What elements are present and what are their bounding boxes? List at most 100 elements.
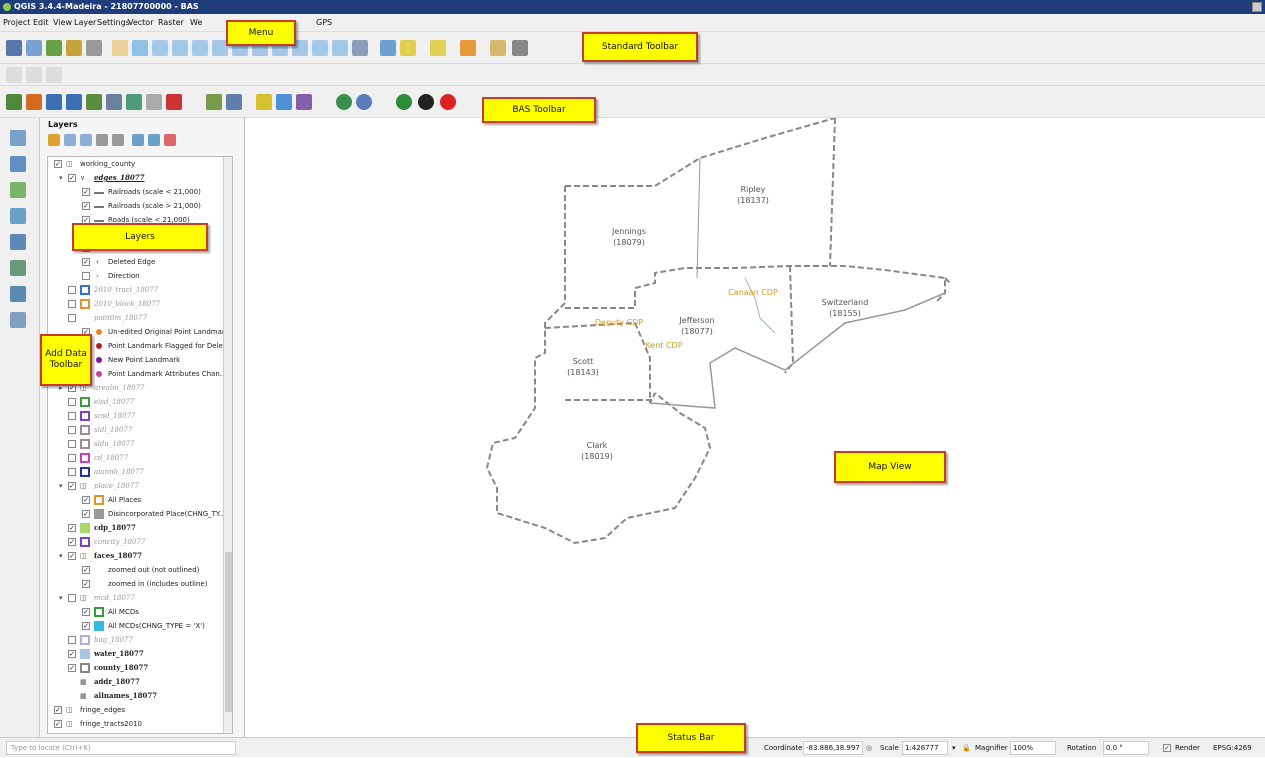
layer-visibility-checkbox[interactable]: ✓ xyxy=(68,650,76,658)
menu-gps[interactable]: GPS xyxy=(316,14,332,32)
layer-visibility-checkbox[interactable]: ✓ xyxy=(82,510,90,518)
expand-arrow-icon[interactable]: ▾ xyxy=(59,171,63,185)
locator-search-input[interactable]: Type to locate (Ctrl+K) xyxy=(6,741,236,755)
menu-edit[interactable]: Edit xyxy=(33,14,49,32)
select-features-icon[interactable] xyxy=(400,40,416,56)
zoom-out-icon[interactable] xyxy=(172,40,188,56)
bas-tool-9-icon[interactable] xyxy=(166,94,182,110)
zoom-in-icon[interactable] xyxy=(152,40,168,56)
pan-icon[interactable] xyxy=(112,40,128,56)
collapse-all-icon[interactable] xyxy=(148,134,160,146)
menu-settings[interactable]: Settings xyxy=(97,14,130,32)
bas-tool-14-icon[interactable] xyxy=(296,94,312,110)
bas-tool-6-icon[interactable] xyxy=(106,94,122,110)
scale-combo[interactable]: 1:426777 xyxy=(902,741,948,755)
rotation-field[interactable]: 0.0 ° xyxy=(1103,741,1149,755)
layer-visibility-checkbox[interactable]: ✓ xyxy=(68,524,76,532)
bas-tool-8-icon[interactable] xyxy=(146,94,162,110)
layer-visibility-checkbox[interactable] xyxy=(68,636,76,644)
layer-visibility-checkbox[interactable]: ✓ xyxy=(68,538,76,546)
expand-arrow-icon[interactable]: ▸ xyxy=(48,717,49,731)
menu-view[interactable]: View xyxy=(53,14,72,32)
coordinate-field[interactable]: -83.886,38.997 xyxy=(803,741,863,755)
menu-vector[interactable]: Vector xyxy=(128,14,154,32)
delete-landmark-icon[interactable] xyxy=(440,94,456,110)
add-wms-layer-icon[interactable] xyxy=(10,260,26,276)
bas-tool-1-icon[interactable] xyxy=(6,94,22,110)
menu-raster[interactable]: Raster xyxy=(158,14,184,32)
bas-tool-11-icon[interactable] xyxy=(226,94,242,110)
bas-tool-7-icon[interactable] xyxy=(126,94,142,110)
layer-visibility-checkbox[interactable] xyxy=(82,272,90,280)
layer-visibility-checkbox[interactable]: ✓ xyxy=(68,482,76,490)
add-postgis-layer-icon[interactable] xyxy=(10,234,26,250)
move-landmark-icon[interactable] xyxy=(418,94,434,110)
expand-arrow-icon[interactable]: ▾ xyxy=(48,157,49,171)
layer-visibility-checkbox[interactable]: ✓ xyxy=(82,608,90,616)
magnifier-field[interactable]: 100% xyxy=(1010,741,1056,755)
expand-arrow-icon[interactable]: ▾ xyxy=(59,479,63,493)
add-landmark-icon[interactable] xyxy=(396,94,412,110)
add-wcs-layer-icon[interactable] xyxy=(10,312,26,328)
layer-visibility-checkbox[interactable] xyxy=(68,412,76,420)
expand-arrow-icon[interactable]: ▾ xyxy=(59,549,63,563)
new-project-icon[interactable] xyxy=(26,40,42,56)
zoom-full-icon[interactable] xyxy=(192,40,208,56)
toggle-extents-icon[interactable]: ◎ xyxy=(866,738,872,758)
measure-icon[interactable] xyxy=(512,40,528,56)
menu-web[interactable]: We xyxy=(190,14,202,32)
bas-tool-2-icon[interactable] xyxy=(26,94,42,110)
layout-icon[interactable] xyxy=(46,40,62,56)
filter-expression-icon[interactable] xyxy=(112,134,124,146)
layer-visibility-checkbox[interactable] xyxy=(68,398,76,406)
layer-visibility-checkbox[interactable]: ✓ xyxy=(82,622,90,630)
manage-themes-icon[interactable] xyxy=(80,134,92,146)
pan-to-selection-icon[interactable] xyxy=(132,40,148,56)
bas-tool-15-icon[interactable] xyxy=(336,94,352,110)
redo-icon[interactable] xyxy=(46,67,62,83)
bas-tool-16-icon[interactable] xyxy=(356,94,372,110)
field-calculator-icon[interactable] xyxy=(490,40,506,56)
bas-tool-5-icon[interactable] xyxy=(86,94,102,110)
remove-layer-icon[interactable] xyxy=(164,134,176,146)
layer-visibility-checkbox[interactable]: ✓ xyxy=(82,258,90,266)
expand-arrow-icon[interactable]: ▸ xyxy=(48,703,49,717)
layer-visibility-checkbox[interactable]: ✓ xyxy=(54,720,62,728)
add-group-icon[interactable] xyxy=(64,134,76,146)
layer-visibility-checkbox[interactable]: ✓ xyxy=(82,188,90,196)
layer-visibility-checkbox[interactable]: ✓ xyxy=(82,202,90,210)
open-styling-icon[interactable] xyxy=(48,134,60,146)
scale-dropdown-icon[interactable]: ▾ xyxy=(952,738,956,758)
crs-status[interactable]: EPSG:4269 xyxy=(1213,738,1252,758)
layer-visibility-checkbox[interactable] xyxy=(68,594,76,602)
expand-arrow-icon[interactable]: ▾ xyxy=(59,591,63,605)
render-checkbox[interactable]: ✓ xyxy=(1163,744,1171,752)
layer-visibility-checkbox[interactable]: ✓ xyxy=(82,566,90,574)
bas-tool-12-icon[interactable] xyxy=(256,94,272,110)
layer-visibility-checkbox[interactable] xyxy=(68,314,76,322)
add-vector-layer-icon[interactable] xyxy=(10,130,26,146)
layer-visibility-checkbox[interactable] xyxy=(68,286,76,294)
scrollbar-thumb[interactable] xyxy=(225,552,232,712)
bas-tool-10-icon[interactable] xyxy=(206,94,222,110)
layer-visibility-checkbox[interactable] xyxy=(68,426,76,434)
layer-visibility-checkbox[interactable]: ✓ xyxy=(82,496,90,504)
bookmarks-icon[interactable] xyxy=(332,40,348,56)
bas-tool-3-icon[interactable] xyxy=(46,94,62,110)
undo-icon[interactable] xyxy=(26,67,42,83)
layer-tree-scrollbar[interactable] xyxy=(223,157,232,733)
menu-layer[interactable]: Layer xyxy=(74,14,96,32)
layer-visibility-checkbox[interactable] xyxy=(68,440,76,448)
layer-visibility-checkbox[interactable] xyxy=(68,468,76,476)
refresh-icon[interactable] xyxy=(352,40,368,56)
layer-visibility-checkbox[interactable]: ✓ xyxy=(68,664,76,672)
layer-visibility-checkbox[interactable] xyxy=(68,300,76,308)
layer-visibility-checkbox[interactable]: ✓ xyxy=(54,706,62,714)
expand-all-icon[interactable] xyxy=(132,134,144,146)
menu-project[interactable]: Project xyxy=(3,14,30,32)
layer-visibility-checkbox[interactable]: ✓ xyxy=(54,160,62,168)
deselect-icon[interactable] xyxy=(460,40,476,56)
style-manager-icon[interactable] xyxy=(86,40,102,56)
layer-visibility-checkbox[interactable]: ✓ xyxy=(68,174,76,182)
filter-legend-icon[interactable] xyxy=(96,134,108,146)
